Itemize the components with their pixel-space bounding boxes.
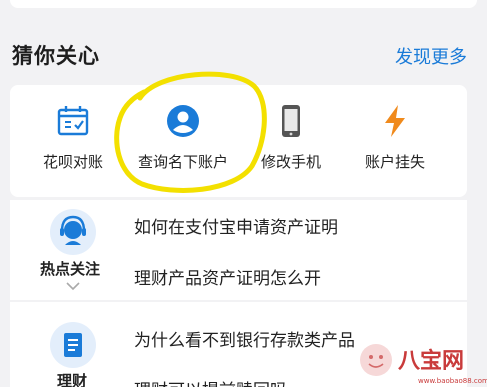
question-item[interactable]: 如何在支付宝申请资产证明 xyxy=(134,213,338,238)
hot-topics-label: 热点关注 xyxy=(40,260,101,278)
previous-card xyxy=(10,0,477,8)
hot-topics-card: 热点关注 如何在支付宝申请资产证明 理财产品资产证明怎么开 xyxy=(10,200,467,300)
shortcut-change-phone[interactable]: 修改手机 xyxy=(236,103,346,172)
shortcut-label: 花呗对账 xyxy=(42,153,103,171)
question-item[interactable]: 为什么看不到银行存款类产品 xyxy=(134,326,355,351)
shortcut-report-loss[interactable]: 账户挂失 xyxy=(340,103,450,172)
shortcut-label: 查询名下账户 xyxy=(137,153,228,171)
finance-card: 理财 为什么看不到银行存款类产品 理财可以提前赎回吗 xyxy=(10,302,467,387)
question-item[interactable]: 理财产品资产证明怎么开 xyxy=(134,264,321,289)
user-account-icon xyxy=(167,105,199,137)
chevron-down-icon[interactable] xyxy=(65,280,81,292)
customer-service-badge xyxy=(50,209,96,255)
customer-service-icon xyxy=(60,215,86,245)
calendar-bill-icon xyxy=(57,106,89,136)
section-title: 猜你关心 xyxy=(12,44,100,68)
document-icon xyxy=(64,333,82,357)
finance-label: 理财 xyxy=(57,372,88,387)
mobile-phone-icon xyxy=(282,105,300,137)
question-item[interactable]: 理财可以提前赎回吗 xyxy=(134,376,287,387)
shortcut-huabei-bill[interactable]: 花呗对账 xyxy=(18,103,128,172)
shortcut-label: 账户挂失 xyxy=(364,153,425,171)
document-badge xyxy=(50,322,96,368)
lightning-icon xyxy=(385,105,405,137)
shortcut-label: 修改手机 xyxy=(260,153,321,171)
discover-more-link[interactable]: 发现更多 xyxy=(395,43,467,69)
shortcut-query-accounts[interactable]: 查询名下账户 xyxy=(128,103,238,172)
shortcuts-card: 花呗对账 查询名下账户 修改手机 账户挂失 xyxy=(10,85,467,197)
